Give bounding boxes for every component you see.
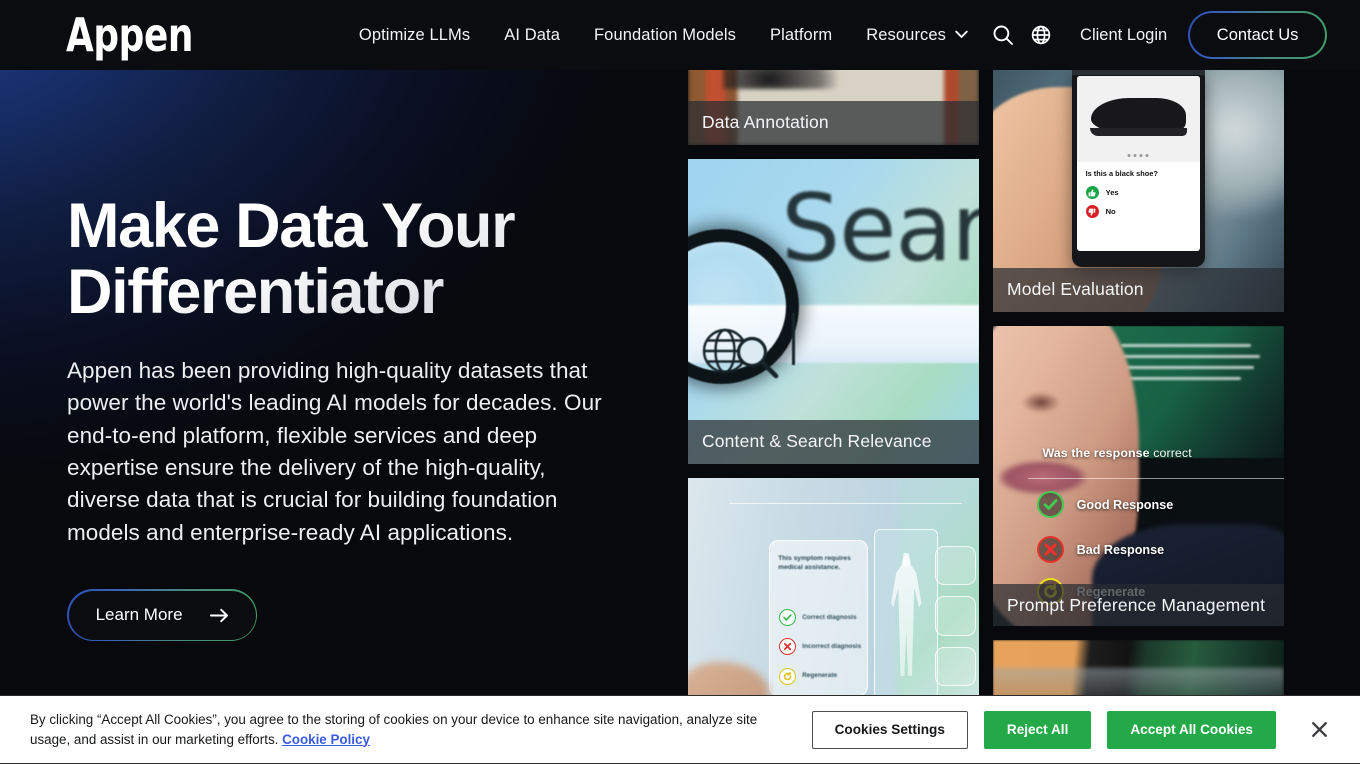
learn-more-label: Learn More <box>95 605 183 625</box>
content-search-image: Sear <box>688 159 979 464</box>
card-data-annotation[interactable]: Data Annotation <box>688 62 979 145</box>
hero-description: Appen has been providing high-quality da… <box>67 357 602 545</box>
organ-icon-column <box>935 540 977 692</box>
organ-icon <box>935 646 977 687</box>
site-header: Appen Optimize LLMs AI Data Foundation M… <box>0 0 1360 70</box>
hero-section: Make Data Your Differentiator Appen has … <box>0 70 690 764</box>
medical-option-correct: Correct diagnosis <box>779 609 857 627</box>
black-shoe-image <box>1089 98 1188 137</box>
organ-icon <box>935 545 977 586</box>
search-word-text: Sear <box>781 174 979 283</box>
reject-all-button[interactable]: Reject All <box>983 710 1092 749</box>
cookie-consent-banner: By clicking “Accept All Cookies”, you ag… <box>0 695 1360 764</box>
accept-all-cookies-button[interactable]: Accept All Cookies <box>1107 710 1276 749</box>
response-text-lines <box>1121 344 1272 388</box>
prompt-option-label: Good Response <box>1076 497 1174 512</box>
carousel-dots <box>1127 153 1149 157</box>
learn-more-button[interactable]: Learn More <box>67 589 258 642</box>
card-medical-diagnosis[interactable]: This symptom requires medical assistance… <box>688 478 979 708</box>
regenerate-icon <box>779 667 797 685</box>
nav-item-ai-data[interactable]: AI Data <box>487 0 577 70</box>
answer-no: No <box>1077 202 1201 221</box>
answer-label: Yes <box>1105 188 1119 198</box>
cookie-message: By clicking “Accept All Cookies”, you ag… <box>30 711 758 747</box>
cookie-actions: Cookies Settings Reject All Accept All C… <box>811 710 1338 749</box>
x-circle-icon <box>1036 536 1064 563</box>
cookies-settings-button[interactable]: Cookies Settings <box>811 710 968 749</box>
client-login-link[interactable]: Client Login <box>1080 26 1167 45</box>
shoe-photo-area <box>1076 76 1201 162</box>
organ-icon <box>935 596 977 636</box>
thumbs-up-icon <box>1085 186 1099 200</box>
search-icon[interactable] <box>984 16 1022 54</box>
medical-option-label: Incorrect diagnosis <box>802 642 862 650</box>
body-scan-panel <box>874 528 939 699</box>
card-column-left: Data Annotation Sear Content & Search Re… <box>688 62 979 764</box>
nav-item-foundation-models[interactable]: Foundation Models <box>577 0 753 70</box>
globe-icon[interactable] <box>1022 16 1060 54</box>
card-label-data-annotation: Data Annotation <box>688 101 979 145</box>
x-circle-icon <box>779 638 797 656</box>
prompt-question-bold: Was the response <box>1042 446 1150 460</box>
card-label-prompt-preference: Prompt Preference Management <box>993 584 1284 626</box>
card-prompt-preference-management[interactable]: Was the response correct Good Response B… <box>993 326 1284 626</box>
medical-option-label: Correct diagnosis <box>802 613 857 621</box>
main-navigation: Optimize LLMs AI Data Foundation Models … <box>342 0 984 70</box>
prompt-question-rest: correct <box>1149 446 1192 460</box>
cookie-text: By clicking “Accept All Cookies”, you ag… <box>30 710 790 750</box>
close-icon[interactable] <box>1300 711 1338 749</box>
nav-label: Resources <box>866 25 947 44</box>
card-column-right: Is this a black shoe? Yes No Model Evalu… <box>993 62 1284 764</box>
prompt-option-bad: Bad Response <box>1036 536 1165 563</box>
divider-line <box>1027 477 1284 479</box>
medical-option-incorrect: Incorrect diagnosis <box>779 638 862 656</box>
nav-label: AI Data <box>504 25 560 44</box>
page-title: Make Data Your Differentiator <box>67 192 627 324</box>
globe-magnifier-icon <box>696 324 792 387</box>
arrow-right-icon <box>209 608 229 623</box>
answer-label: No <box>1105 207 1116 217</box>
nav-item-optimize-llms[interactable]: Optimize LLMs <box>342 0 487 70</box>
nav-item-resources[interactable]: Resources <box>849 0 984 70</box>
medical-prompt-text: This symptom requires medical assistance… <box>778 554 851 571</box>
hero-card-grid: Data Annotation Sear Content & Search Re… <box>688 62 1284 764</box>
thumbs-down-icon <box>1085 205 1099 219</box>
card-laptop-partial[interactable] <box>993 640 1284 700</box>
nav-label: Platform <box>770 25 833 44</box>
answer-yes: Yes <box>1077 183 1201 202</box>
nav-label: Optimize LLMs <box>358 25 471 44</box>
cookie-policy-link[interactable]: Cookie Policy <box>282 732 370 747</box>
prompt-option-good: Good Response <box>1036 491 1174 518</box>
header-actions: Client Login Contact Us <box>984 11 1327 59</box>
contact-us-label: Contact Us <box>1216 25 1299 44</box>
laptop-image <box>993 640 1284 700</box>
hud-line <box>728 503 962 505</box>
medical-option-regenerate: Regenerate <box>779 667 837 685</box>
phone-screen: Is this a black shoe? Yes No <box>1076 76 1201 251</box>
card-model-evaluation[interactable]: Is this a black shoe? Yes No Model Evalu… <box>993 62 1284 312</box>
medical-image: This symptom requires medical assistance… <box>688 478 979 708</box>
prompt-question: Was the response correct <box>1042 446 1272 460</box>
nav-label: Foundation Models <box>593 25 737 44</box>
medical-option-label: Regenerate <box>802 672 837 680</box>
page-root: Data Annotation Sear Content & Search Re… <box>0 0 1360 764</box>
card-label-model-evaluation: Model Evaluation <box>993 268 1284 312</box>
check-circle-icon <box>779 609 797 627</box>
card-label-content-search: Content & Search Relevance <box>688 420 979 464</box>
check-circle-icon <box>1036 491 1064 518</box>
chevron-down-icon <box>955 30 968 42</box>
appen-logo[interactable]: Appen <box>66 12 193 58</box>
search-caret <box>792 313 795 366</box>
medical-prompt-panel: This symptom requires medical assistance… <box>769 540 869 697</box>
human-figure-icon <box>891 553 922 676</box>
phone-mockup: Is this a black shoe? Yes No <box>1071 67 1206 267</box>
prompt-option-label: Bad Response <box>1076 542 1165 557</box>
card-content-search-relevance[interactable]: Sear Content & Search Relevance <box>688 159 979 464</box>
contact-us-button[interactable]: Contact Us <box>1188 11 1327 59</box>
nose-shape <box>1022 392 1060 413</box>
prompt-preference-image: Was the response correct Good Response B… <box>993 326 1284 626</box>
nav-item-platform[interactable]: Platform <box>753 0 849 70</box>
evaluation-question: Is this a black shoe? <box>1085 168 1158 178</box>
